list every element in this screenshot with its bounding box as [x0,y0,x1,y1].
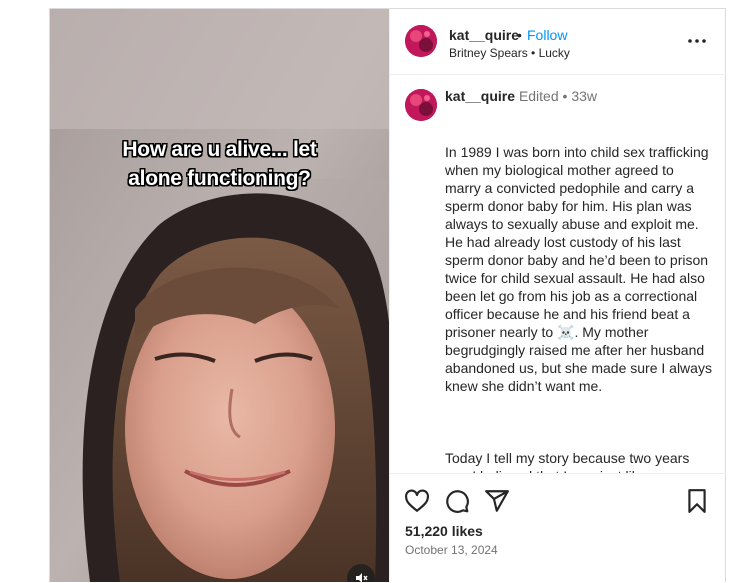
heart-icon[interactable] [404,488,430,514]
likes-count[interactable]: 51,220 likes [405,523,483,539]
edited-label: Edited [518,88,559,104]
more-options-button[interactable] [686,33,708,49]
video-frame [50,9,389,582]
mute-icon [356,573,368,582]
caption-paragraph-2: Today I tell my story because two years … [445,450,708,473]
avatar[interactable] [405,25,437,57]
video-caption-overlay: How are u alive... let alone functioning… [50,135,389,193]
avatar-image [405,25,437,57]
overlay-line-2: alone functioning? [128,167,311,190]
caption-dot: • [562,88,568,104]
caption-avatar[interactable] [405,89,437,121]
audio-link[interactable]: Britney Spears • Lucky [449,46,570,60]
comment-icon[interactable] [444,488,470,514]
bookmark-icon[interactable] [684,488,710,514]
caption-scroll-area[interactable]: kat__quire Edited • 33w In 1989 I was bo… [390,75,726,473]
post-date: October 13, 2024 [405,543,498,557]
avatar-image [405,89,437,121]
separator-dot: • [517,27,522,43]
caption-header: kat__quire Edited • 33w [445,88,597,104]
caption-text: In 1989 I was born into child sex traffi… [445,107,713,473]
post-header: kat__quire • Follow Britney Spears • Luc… [390,9,726,75]
post-age[interactable]: 33w [571,88,597,104]
post-sidebar: kat__quire • Follow Britney Spears • Luc… [389,9,726,582]
more-icon [688,39,706,43]
action-bar: 51,220 likes October 13, 2024 [390,473,726,583]
share-icon[interactable] [484,488,510,514]
username-link[interactable]: kat__quire [449,27,519,43]
caption-paragraph-1: In 1989 I was born into child sex traffi… [445,144,716,394]
post-dialog: How are u alive... let alone functioning… [49,8,726,582]
overlay-line-1: How are u alive... let [122,138,317,161]
caption-username[interactable]: kat__quire [445,88,515,104]
follow-button[interactable]: Follow [527,27,567,43]
video-player[interactable]: How are u alive... let alone functioning… [50,9,389,582]
